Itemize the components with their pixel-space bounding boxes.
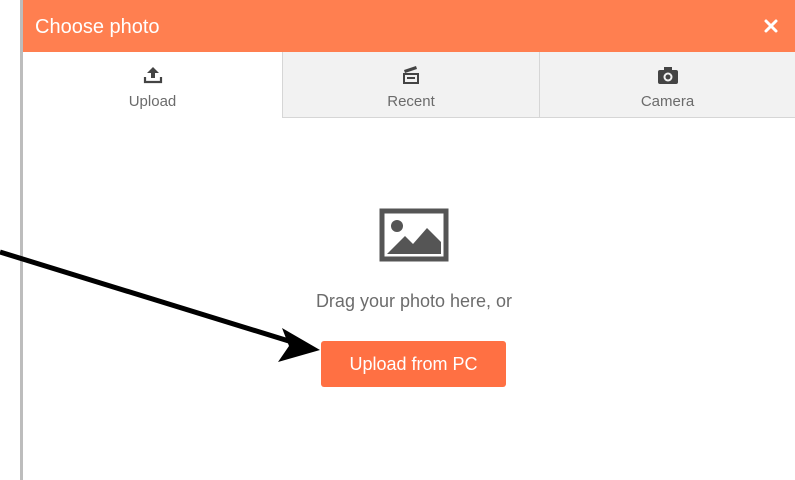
tab-camera[interactable]: Camera bbox=[539, 52, 795, 118]
close-icon bbox=[764, 19, 778, 33]
recent-icon bbox=[398, 64, 424, 86]
dialog-title: Choose photo bbox=[35, 16, 160, 38]
dialog-titlebar: Choose photo bbox=[23, 0, 795, 52]
camera-icon bbox=[655, 64, 681, 86]
tab-upload[interactable]: Upload bbox=[23, 52, 282, 118]
drag-instruction: Drag your photo here, or bbox=[315, 291, 513, 311]
tab-camera-label: Camera bbox=[640, 93, 695, 110]
tab-recent-label: Recent bbox=[387, 93, 435, 110]
upload-icon bbox=[140, 64, 166, 86]
upload-from-pc-button[interactable]: Upload from PC bbox=[321, 341, 506, 387]
drop-area[interactable]: Drag your photo here, or Upload from PC bbox=[23, 118, 795, 480]
image-icon bbox=[379, 208, 449, 262]
choose-photo-dialog: Choose photo Upload Recent Camera Drag y… bbox=[23, 0, 795, 480]
tab-bar: Upload Recent Camera bbox=[23, 52, 795, 118]
tab-recent[interactable]: Recent bbox=[282, 52, 539, 118]
tab-upload-label: Upload bbox=[128, 93, 177, 110]
close-button[interactable] bbox=[759, 14, 783, 38]
